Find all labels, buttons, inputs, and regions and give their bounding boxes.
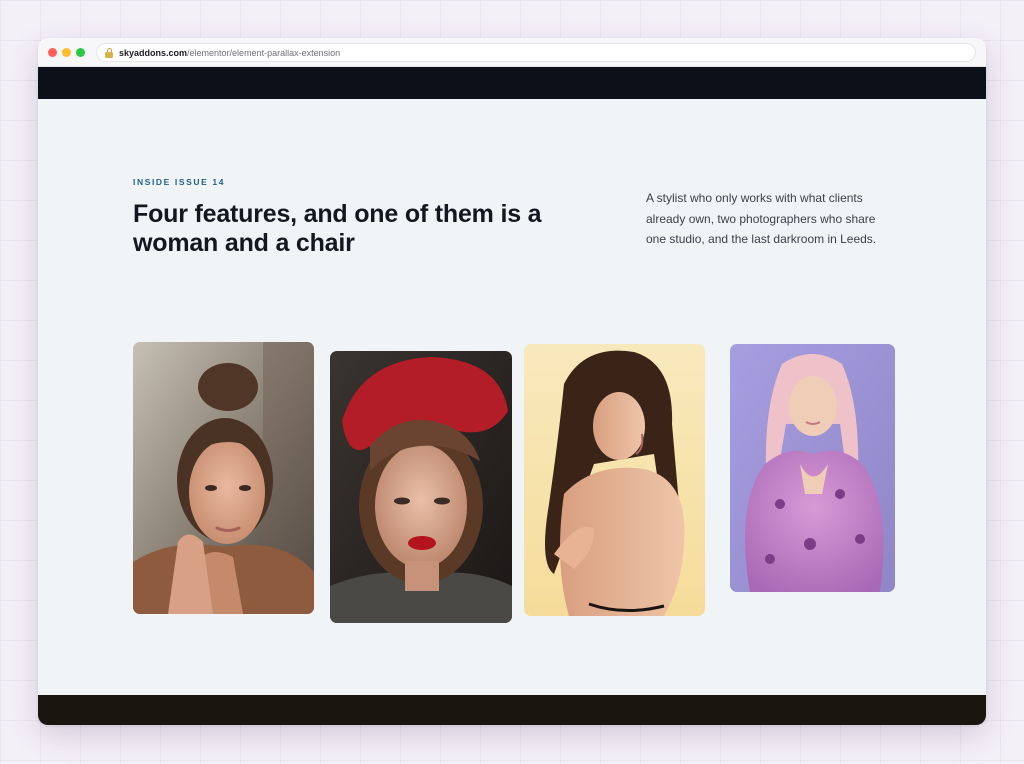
portrait-freckles-image: [133, 342, 314, 614]
portrait-red-beret-image: [330, 351, 512, 623]
site-footer-bar: [38, 695, 986, 725]
section-description: A stylist who only works with what clien…: [646, 191, 877, 246]
maximize-window-button[interactable]: [76, 48, 85, 57]
gallery-photo-4[interactable]: [730, 344, 895, 592]
browser-toolbar: skyaddons.com/elementor/element-parallax…: [38, 38, 986, 67]
gallery-photo-2[interactable]: [330, 351, 512, 623]
lock-icon: [105, 47, 113, 58]
address-bar[interactable]: skyaddons.com/elementor/element-parallax…: [96, 43, 976, 62]
browser-window: skyaddons.com/elementor/element-parallax…: [38, 38, 986, 725]
portrait-pink-coat-image: [730, 344, 895, 592]
portrait-yellow-backdrop-image: [524, 344, 705, 616]
gallery-photo-1[interactable]: [133, 342, 314, 614]
site-header-bar: [38, 67, 986, 99]
url-path: /elementor/element-parallax-extension: [187, 47, 341, 58]
minimize-window-button[interactable]: [62, 48, 71, 57]
section-eyebrow: INSIDE ISSUE 14: [133, 177, 226, 187]
gallery-photo-3[interactable]: [524, 344, 705, 616]
close-window-button[interactable]: [48, 48, 57, 57]
url-host: skyaddons.com: [119, 47, 188, 58]
section-headline: Four features, and one of them is a woma…: [133, 200, 542, 257]
